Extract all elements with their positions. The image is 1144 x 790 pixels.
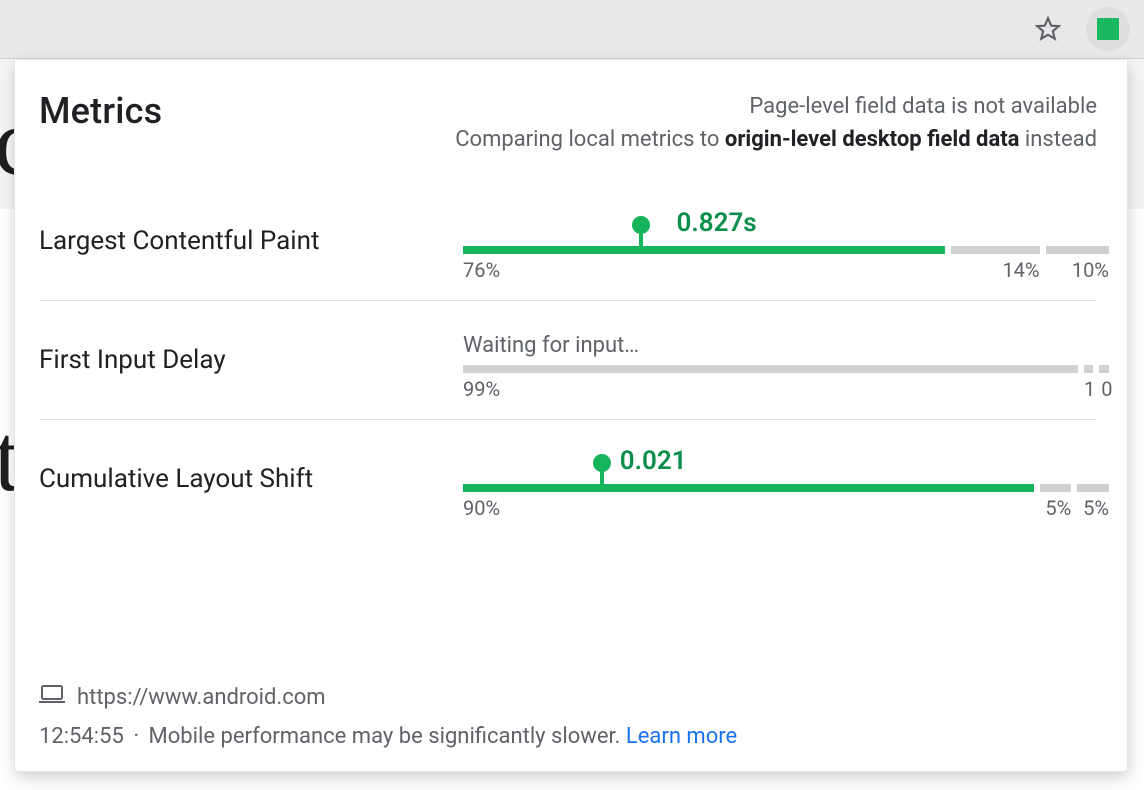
metric-bar-percent: 10% [1046,258,1109,282]
metric-value: 0.021 [620,446,687,476]
metric-bar-segment [1084,365,1094,373]
metric-bar-segment [463,365,1078,373]
footer-url: https://www.android.com [77,685,326,710]
metric-bar-segment [1040,484,1072,492]
metric-name: Largest Contentful Paint [39,226,439,256]
metric-bar-percent: 5% [1040,496,1072,520]
metric-name: Cumulative Layout Shift [39,464,439,494]
metric-bar-segment [1046,246,1109,254]
metric-body: 0.827s76%14%10% [463,214,1097,268]
metric-bar-percent: 1 [1084,377,1095,401]
metric-bar-percent: 5% [1077,496,1109,520]
metric-bar-segment [951,246,1040,254]
metric-waiting: Waiting for input… [463,333,639,358]
separator-dot: · [133,724,139,749]
metric-bar-segment [463,484,1034,492]
metric-row: Largest Contentful Paint 0.827s76%14%10% [39,214,1097,301]
metric-bar-percent: 14% [951,258,1040,282]
extension-icon [1097,18,1119,40]
metrics-list: Largest Contentful Paint 0.827s76%14%10% F… [39,214,1097,538]
metric-marker [600,464,604,492]
metric-marker [639,226,643,254]
metric-row: Cumulative Layout Shift 0.02190%5%5% [39,420,1097,538]
panel-footer: https://www.android.com 12:54:55 · Mobil… [39,660,1097,749]
panel-title: Metrics [39,90,162,132]
desktop-icon [39,684,65,710]
metric-bar-segment [463,246,945,254]
metric-body: 0.02190%5%5% [463,452,1097,506]
metric-value: 0.827s [677,208,757,238]
metric-bar-segment [1077,484,1109,492]
extension-button[interactable] [1086,7,1130,51]
metric-bar-percent: 99% [463,377,1078,401]
metric-body: Waiting for input…99%10 [463,333,1097,387]
browser-toolbar [0,0,1144,58]
metric-row: First Input Delay Waiting for input…99%10 [39,301,1097,420]
metric-bar-percent: 76% [463,258,945,282]
metric-bar-percent: 90% [463,496,1034,520]
footer-note: Mobile performance may be significantly … [149,724,621,749]
bookmark-star-icon[interactable] [1028,9,1068,49]
metric-bar-percent: 0 [1101,377,1112,401]
footer-time: 12:54:55 [39,724,124,749]
metric-name: First Input Delay [39,345,439,375]
learn-more-link[interactable]: Learn more [626,724,737,749]
metric-bar-segment [1099,365,1109,373]
web-vitals-popup: Metrics Page-level field data is not ava… [14,60,1128,772]
panel-subtitle: Page-level field data is not available C… [455,90,1097,156]
